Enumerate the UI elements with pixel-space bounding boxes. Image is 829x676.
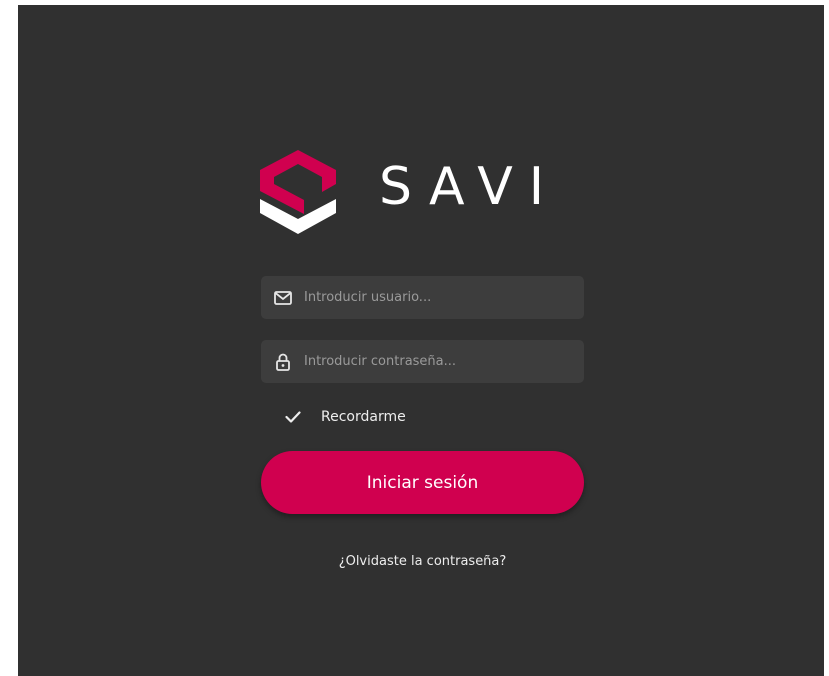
remember-me-checkbox[interactable]: Recordarme bbox=[283, 405, 406, 429]
remember-me-label: Recordarme bbox=[321, 409, 406, 425]
brand-logo: SAVI bbox=[260, 150, 590, 240]
password-field[interactable] bbox=[261, 340, 584, 383]
username-input[interactable] bbox=[304, 276, 584, 319]
login-button[interactable]: Iniciar sesión bbox=[261, 451, 584, 514]
savi-logo-icon bbox=[260, 150, 336, 234]
brand-name: SAVI bbox=[379, 157, 561, 217]
username-field[interactable] bbox=[261, 276, 584, 319]
mail-icon bbox=[273, 288, 293, 308]
checkmark-icon[interactable] bbox=[283, 407, 303, 427]
password-input[interactable] bbox=[304, 340, 584, 383]
forgot-password-link[interactable]: ¿Olvidaste la contraseña? bbox=[261, 554, 584, 569]
lock-icon bbox=[273, 352, 293, 372]
